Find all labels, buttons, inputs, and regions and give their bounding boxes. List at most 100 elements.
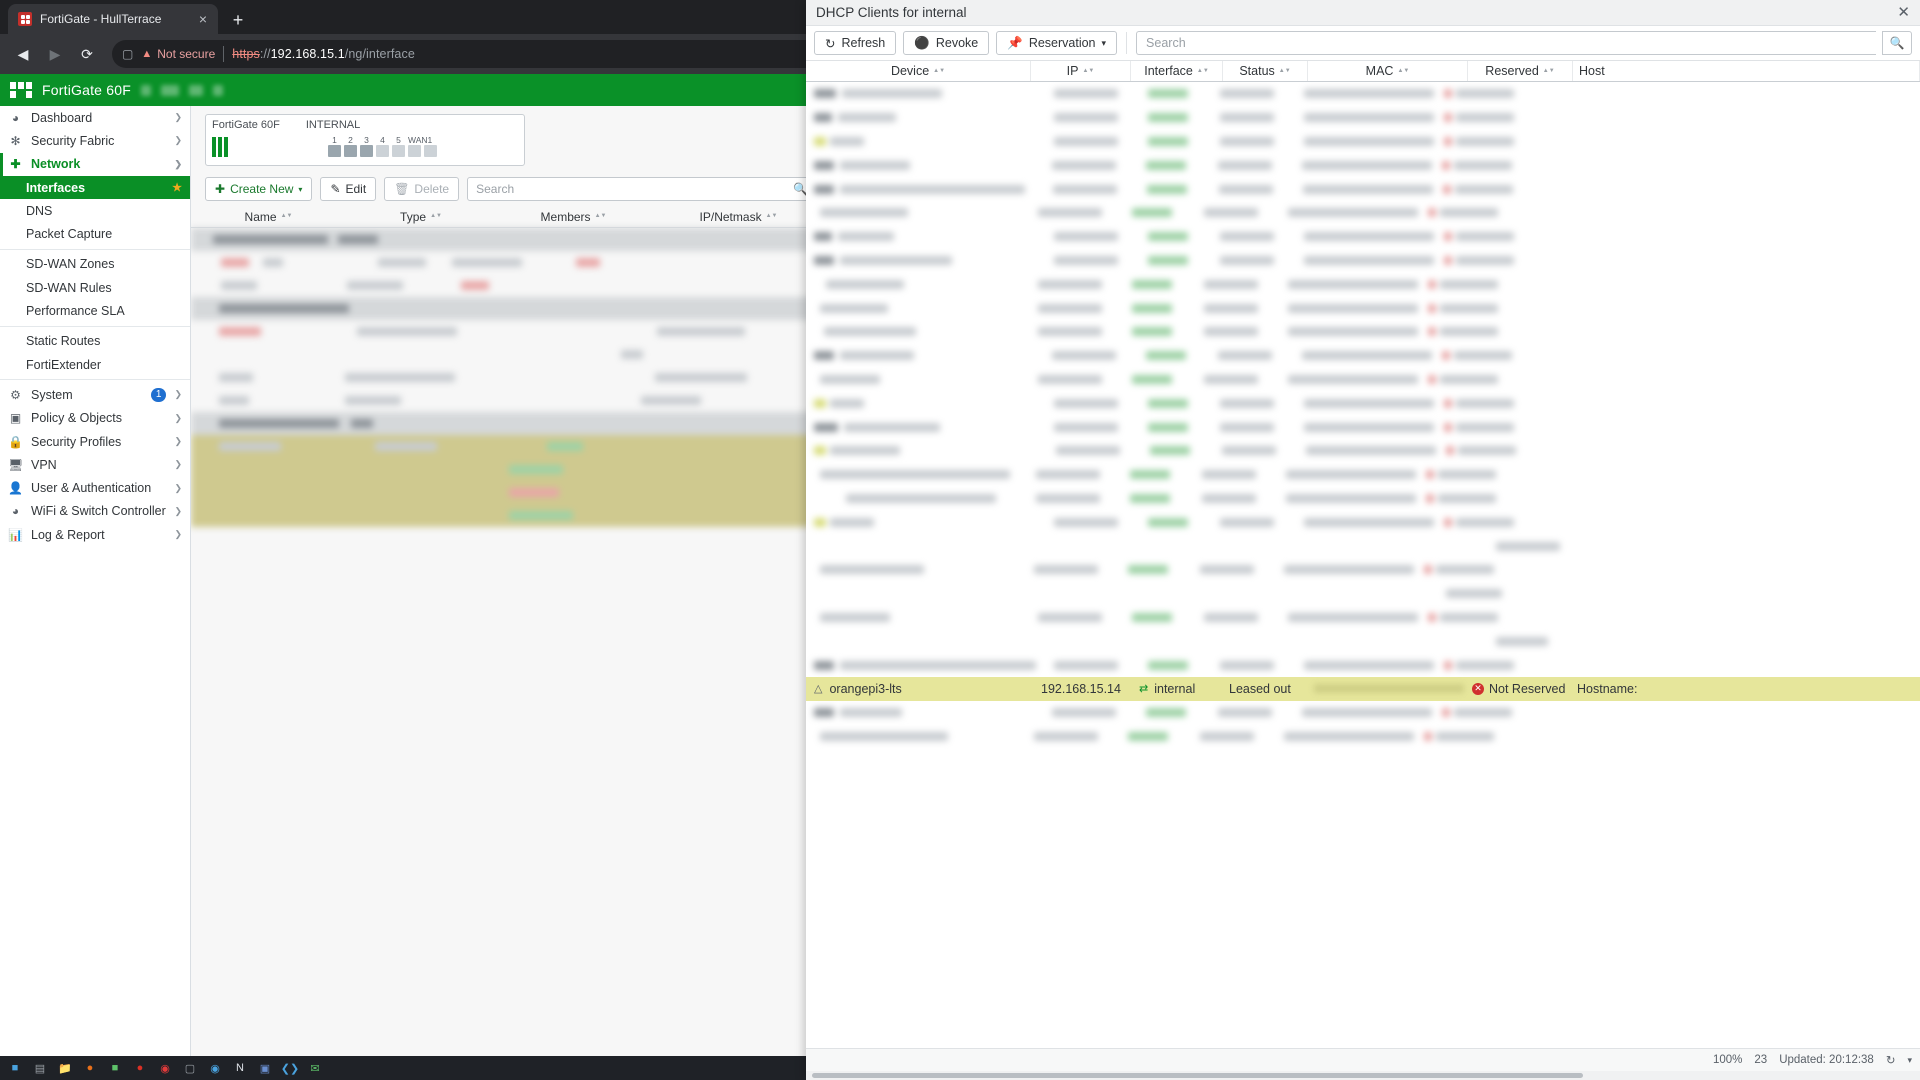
sidebar-item-vpn[interactable]: 🖥 VPN ❯	[0, 453, 190, 476]
browser-tab[interactable]: FortiGate - HullTerrace ×	[8, 4, 218, 34]
search-icon[interactable]: 🔍	[1882, 31, 1912, 55]
column-header-interface[interactable]: Interface ▲▼	[1131, 61, 1223, 81]
close-icon[interactable]: ✕	[1897, 5, 1910, 20]
sidebar-item-system[interactable]: ⚙ System 1 ❯	[0, 383, 190, 406]
files-icon[interactable]: ▤	[29, 1058, 51, 1078]
terminal-icon[interactable]: ■	[104, 1058, 126, 1078]
chrome-icon[interactable]: ●	[129, 1058, 151, 1078]
table-row[interactable]	[806, 296, 1920, 320]
app-icon[interactable]: ▢	[179, 1058, 201, 1078]
table-row[interactable]	[806, 344, 1920, 368]
column-header-status[interactable]: Status ▲▼	[1223, 61, 1308, 81]
column-header-mac[interactable]: MAC ▲▼	[1308, 61, 1468, 81]
table-row[interactable]	[806, 534, 1920, 558]
table-row[interactable]	[806, 153, 1920, 177]
table-row[interactable]	[806, 106, 1920, 130]
dhcp-search-input[interactable]: Search	[1136, 31, 1876, 55]
table-row[interactable]	[806, 629, 1920, 653]
interfaces-search-input[interactable]: Search 🔍	[467, 177, 817, 201]
port-indicator[interactable]	[408, 145, 421, 157]
create-new-button[interactable]: ✚ Create New ▾	[205, 177, 312, 201]
text-icon[interactable]: N	[229, 1058, 251, 1078]
auto-refresh-icon[interactable]: ↻	[1886, 1053, 1896, 1067]
column-header-device[interactable]: Device ▲▼	[806, 61, 1031, 81]
table-row[interactable]	[806, 701, 1920, 725]
table-row[interactable]	[806, 272, 1920, 296]
edit-button[interactable]: ✎ Edit	[320, 177, 376, 201]
dhcp-client-row-selected[interactable]: △ orangepi3-lts 192.168.15.14 ⇄ internal…	[806, 677, 1920, 701]
sidebar-item-packet-capture[interactable]: Packet Capture	[0, 222, 190, 245]
table-row[interactable]	[806, 82, 1920, 106]
table-row[interactable]	[806, 391, 1920, 415]
port-indicator[interactable]	[424, 145, 437, 157]
column-header-members[interactable]: Members▲▼	[496, 206, 651, 227]
table-row[interactable]	[806, 177, 1920, 201]
horizontal-scrollbar[interactable]	[806, 1071, 1920, 1080]
column-header-reserved[interactable]: Reserved ▲▼	[1468, 61, 1573, 81]
table-row[interactable]	[806, 439, 1920, 463]
sidebar-item-log-report[interactable]: 📊 Log & Report ❯	[0, 523, 190, 546]
sidebar-item-dashboard[interactable]: ◕ Dashboard ❯	[0, 106, 190, 129]
table-row[interactable]	[806, 510, 1920, 534]
column-header-type[interactable]: Type▲▼	[346, 206, 496, 227]
refresh-button[interactable]: ↻ Refresh	[814, 31, 896, 55]
sidebar-item-security-fabric[interactable]: ✻ Security Fabric ❯	[0, 129, 190, 152]
table-row[interactable]	[806, 130, 1920, 154]
table-row[interactable]	[806, 653, 1920, 677]
column-header-ip[interactable]: IP ▲▼	[1031, 61, 1131, 81]
chevron-down-icon[interactable]: ▾	[1907, 1055, 1912, 1066]
new-tab-button[interactable]: +	[224, 6, 252, 34]
column-header-ip-netmask[interactable]: IP/Netmask▲▼	[651, 206, 826, 227]
column-header-name[interactable]: Name▲▼	[191, 206, 346, 227]
favorite-star-icon[interactable]: ★	[172, 181, 182, 194]
note-icon[interactable]: ▣	[254, 1058, 276, 1078]
back-arrow-icon[interactable]: ◀	[8, 39, 38, 69]
browser-icon[interactable]: ◉	[204, 1058, 226, 1078]
table-row[interactable]	[806, 558, 1920, 582]
sidebar-item-security-profiles[interactable]: 🔒 Security Profiles ❯	[0, 430, 190, 453]
table-row[interactable]	[806, 463, 1920, 487]
sidebar-item-sdwan-rules[interactable]: SD-WAN Rules	[0, 276, 190, 299]
reservation-button[interactable]: 📌 Reservation ▾	[996, 31, 1117, 55]
table-row[interactable]	[806, 320, 1920, 344]
sidebar-item-dns[interactable]: DNS	[0, 199, 190, 222]
sidebar-item-fortiextender[interactable]: FortiExtender	[0, 353, 190, 376]
port-indicator[interactable]	[360, 145, 373, 157]
record-icon[interactable]: ◉	[154, 1058, 176, 1078]
column-header-host[interactable]: Host	[1573, 61, 1920, 81]
scrollbar-thumb[interactable]	[812, 1073, 1583, 1078]
security-status[interactable]: ▲ Not secure	[141, 47, 215, 61]
port-indicator[interactable]	[344, 145, 357, 157]
sidebar-item-performance-sla[interactable]: Performance SLA	[0, 299, 190, 322]
revoke-button[interactable]: ⚫ Revoke	[903, 31, 989, 55]
port-indicator[interactable]	[328, 145, 341, 157]
sidebar-item-policy-objects[interactable]: ▣ Policy & Objects ❯	[0, 407, 190, 430]
folder-icon[interactable]: 📁	[54, 1058, 76, 1078]
sidebar-item-user-authentication[interactable]: 👤 User & Authentication ❯	[0, 476, 190, 499]
code-icon[interactable]: ❮❯	[279, 1058, 301, 1078]
mail-icon[interactable]: ✉	[304, 1058, 326, 1078]
table-row[interactable]	[806, 201, 1920, 225]
port-indicator[interactable]	[376, 145, 389, 157]
table-row[interactable]	[806, 225, 1920, 249]
table-row[interactable]	[806, 249, 1920, 273]
dhcp-table-body[interactable]: △ orangepi3-lts 192.168.15.14 ⇄ internal…	[806, 82, 1920, 1048]
start-icon[interactable]: ■	[4, 1058, 26, 1078]
bookmark-icon[interactable]: ▢	[122, 47, 133, 61]
sidebar-item-network[interactable]: ✚ Network ❯	[0, 153, 190, 176]
table-row[interactable]	[806, 368, 1920, 392]
shield-icon: 🔒	[8, 435, 23, 449]
table-row[interactable]	[806, 582, 1920, 606]
close-tab-icon[interactable]: ×	[194, 10, 212, 28]
port-indicator[interactable]	[392, 145, 405, 157]
table-row[interactable]	[806, 487, 1920, 511]
table-row[interactable]	[806, 415, 1920, 439]
table-row[interactable]	[806, 725, 1920, 749]
reload-icon[interactable]: ⟳	[72, 39, 102, 69]
table-row[interactable]	[806, 606, 1920, 630]
sidebar-item-static-routes[interactable]: Static Routes	[0, 330, 190, 353]
firefox-icon[interactable]: ●	[79, 1058, 101, 1078]
sidebar-item-sdwan-zones[interactable]: SD-WAN Zones	[0, 253, 190, 276]
sidebar-item-wifi-switch-controller[interactable]: ◕ WiFi & Switch Controller ❯	[0, 500, 190, 523]
sidebar-item-interfaces[interactable]: Interfaces ★	[0, 176, 190, 199]
